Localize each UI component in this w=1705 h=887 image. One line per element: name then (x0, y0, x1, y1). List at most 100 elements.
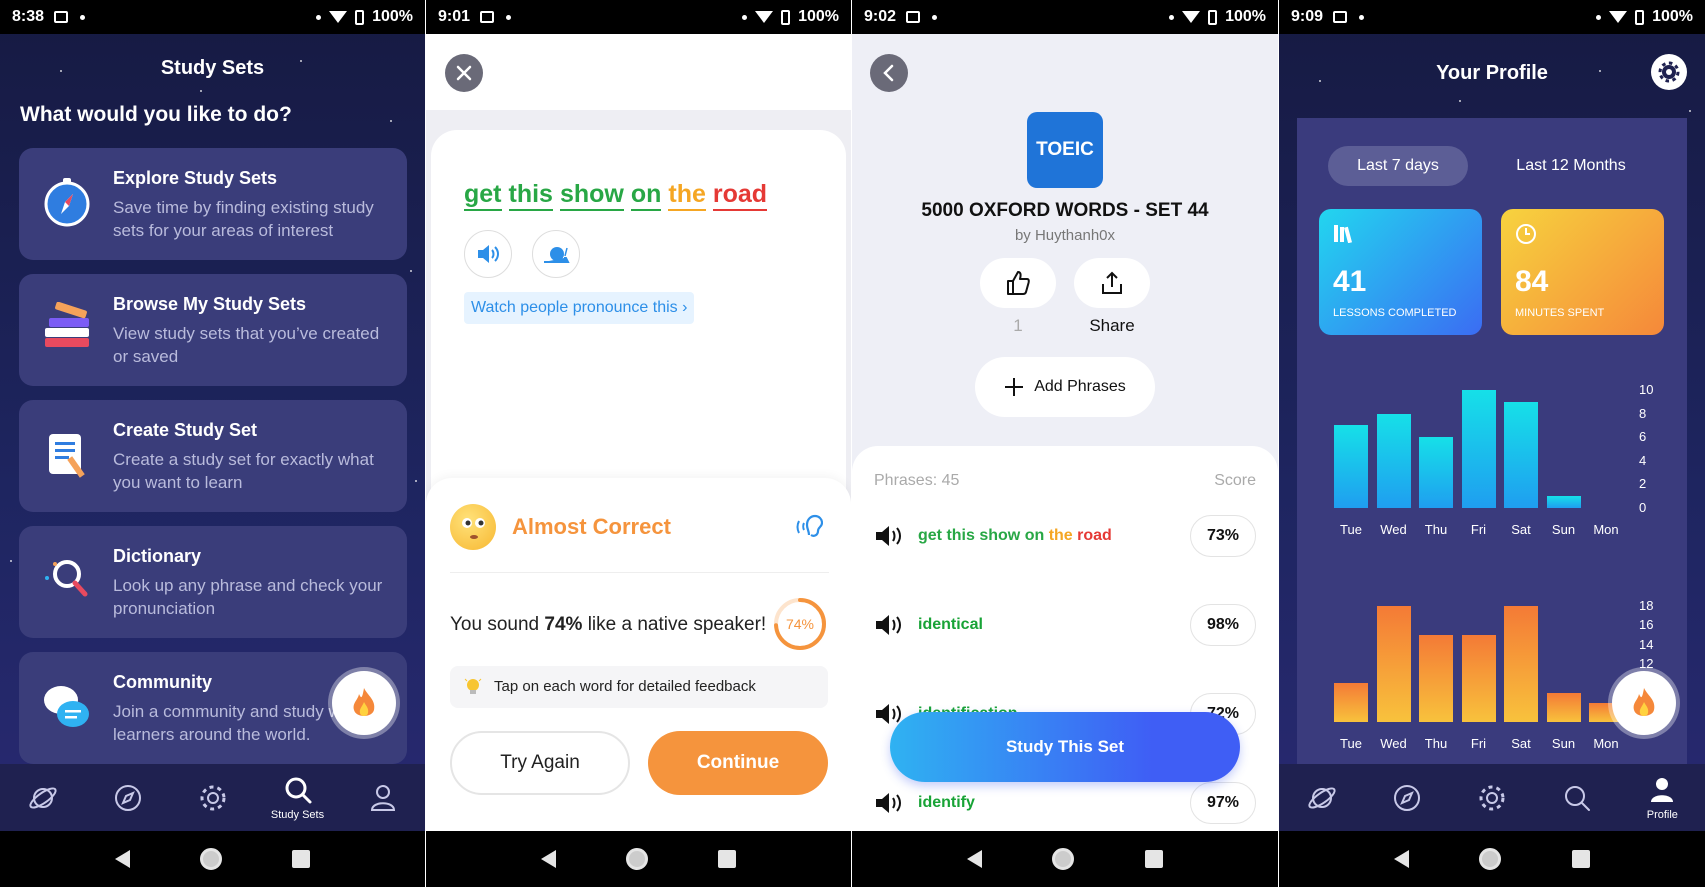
bottom-nav: Profile (1279, 764, 1705, 831)
tab-last-7-days[interactable]: Last 7 days (1328, 146, 1468, 186)
nav-explore[interactable] (8, 782, 78, 814)
minutes-card: 84 MINUTES SPENT (1501, 209, 1664, 335)
explore-study-sets-card[interactable]: Explore Study Sets Save time by finding … (19, 148, 407, 260)
nav-discover[interactable] (1372, 782, 1442, 814)
phrase-word: road (1077, 527, 1112, 544)
y-tick-label: 6 (1639, 429, 1647, 445)
browse-my-study-sets-card[interactable]: Browse My Study Sets View study sets tha… (19, 274, 407, 386)
nav-settings[interactable] (178, 782, 248, 814)
back-icon[interactable] (1394, 850, 1410, 868)
x-tick-label: Tue (1340, 522, 1362, 537)
battery-icon (355, 9, 365, 25)
nav-profile[interactable] (348, 782, 418, 814)
gear-icon (1658, 61, 1680, 83)
share-icon (1102, 271, 1122, 294)
status-bar: 9:02 100% (852, 0, 1278, 34)
watch-pronounce-link[interactable]: Watch people pronounce this › (464, 292, 695, 324)
back-icon[interactable] (967, 850, 983, 868)
speaker-icon[interactable] (874, 791, 904, 815)
slow-audio-button[interactable] (532, 230, 580, 278)
back-button[interactable] (870, 54, 908, 92)
chart-bar (1334, 683, 1368, 722)
settings-button[interactable] (1651, 54, 1687, 90)
add-phrases-button[interactable]: Add Phrases (975, 357, 1155, 417)
create-study-set-card[interactable]: Create Study Set Create a study set for … (19, 400, 407, 512)
recents-icon[interactable] (1571, 850, 1590, 868)
nav-study-sets[interactable] (1542, 782, 1612, 814)
phrase-word[interactable]: get (464, 180, 502, 211)
phrase-score: 97% (1190, 782, 1256, 824)
nav-profile[interactable]: Profile (1627, 774, 1697, 821)
notepad-icon (49, 434, 85, 478)
phrase-word[interactable]: this (508, 180, 553, 211)
recents-icon[interactable] (718, 850, 736, 868)
home-icon[interactable] (200, 848, 222, 870)
phrase-word[interactable]: show (559, 180, 624, 211)
home-icon[interactable] (626, 848, 648, 870)
nav-study-sets[interactable]: Study Sets (263, 774, 333, 821)
back-icon[interactable] (541, 850, 556, 868)
set-badge: TOEIC (1027, 112, 1103, 188)
books-icon (45, 302, 89, 347)
notification-dot-icon (506, 14, 512, 20)
phrase-word: on (1024, 527, 1049, 544)
battery-percent: 100% (798, 8, 839, 25)
notification-dot-icon (316, 14, 322, 20)
phrase-row[interactable]: identify 97% (874, 781, 1256, 825)
x-tick-label: Sun (1551, 736, 1576, 751)
study-this-set-button[interactable]: Study This Set (890, 712, 1240, 782)
tab-last-12-months[interactable]: Last 12 Months (1491, 146, 1651, 186)
bottom-nav: Study Sets (0, 764, 425, 831)
recents-icon[interactable] (292, 850, 310, 868)
android-nav-bar (0, 831, 425, 887)
card-title: Create Study Set (113, 420, 258, 440)
home-icon[interactable] (1479, 848, 1502, 870)
nav-explore[interactable] (1287, 782, 1357, 814)
gear-icon (200, 785, 225, 810)
nav-discover[interactable] (93, 782, 163, 814)
image-notification-icon (1333, 11, 1348, 23)
thumbs-up-icon (1007, 271, 1030, 295)
try-again-button[interactable]: Try Again (450, 731, 630, 795)
speaker-icon[interactable] (874, 613, 904, 637)
streak-fire-button[interactable] (1612, 671, 1676, 735)
x-tick-label: Mon (1593, 736, 1619, 751)
dictionary-card[interactable]: Dictionary Look up any phrase and check … (19, 526, 407, 638)
close-button[interactable] (445, 54, 483, 92)
x-tick-label: Thu (1424, 736, 1448, 751)
phrase-row[interactable]: get this show on the road 73% (874, 514, 1256, 558)
y-tick-label: 8 (1639, 405, 1647, 421)
play-audio-button[interactable] (464, 230, 512, 278)
lessons-label: LESSONS COMPLETED (1333, 307, 1457, 319)
minutes-label: MINUTES SPENT (1515, 307, 1605, 319)
back-icon[interactable] (115, 850, 130, 868)
page-title: Study Sets (160, 57, 265, 79)
phrase-word[interactable]: on (630, 180, 662, 211)
like-button[interactable] (980, 258, 1056, 308)
gear-icon (1479, 785, 1505, 810)
phrase-word[interactable]: the (668, 180, 706, 211)
x-tick-label: Sun (1551, 522, 1576, 537)
continue-button[interactable]: Continue (648, 731, 828, 795)
notification-dot-icon (1596, 14, 1602, 20)
status-bar: 9:01 100% (426, 0, 851, 34)
notification-dot-icon (932, 14, 938, 20)
speaker-icon[interactable] (874, 524, 904, 548)
recents-icon[interactable] (1144, 850, 1163, 868)
x-tick-label: Sat (1511, 522, 1531, 537)
phrase-score: 73% (1190, 515, 1256, 557)
share-button[interactable] (1074, 258, 1150, 308)
divider (450, 572, 829, 573)
nav-settings[interactable] (1457, 782, 1527, 814)
x-tick-label: Tue (1340, 736, 1362, 751)
ear-icon[interactable] (793, 513, 823, 539)
chart-bar (1546, 496, 1581, 508)
chat-bubbles-icon (44, 686, 89, 727)
phrase-row[interactable]: identical 98% (874, 603, 1256, 647)
phrase-word[interactable]: road (712, 180, 768, 211)
home-icon[interactable] (1052, 848, 1075, 870)
streak-fire-button[interactable] (332, 671, 396, 735)
status-time: 9:02 (864, 8, 897, 25)
person-icon (1651, 778, 1674, 802)
pronunciation-result-screen: 9:01 100% get this show on the road Watch peo… (426, 0, 851, 887)
